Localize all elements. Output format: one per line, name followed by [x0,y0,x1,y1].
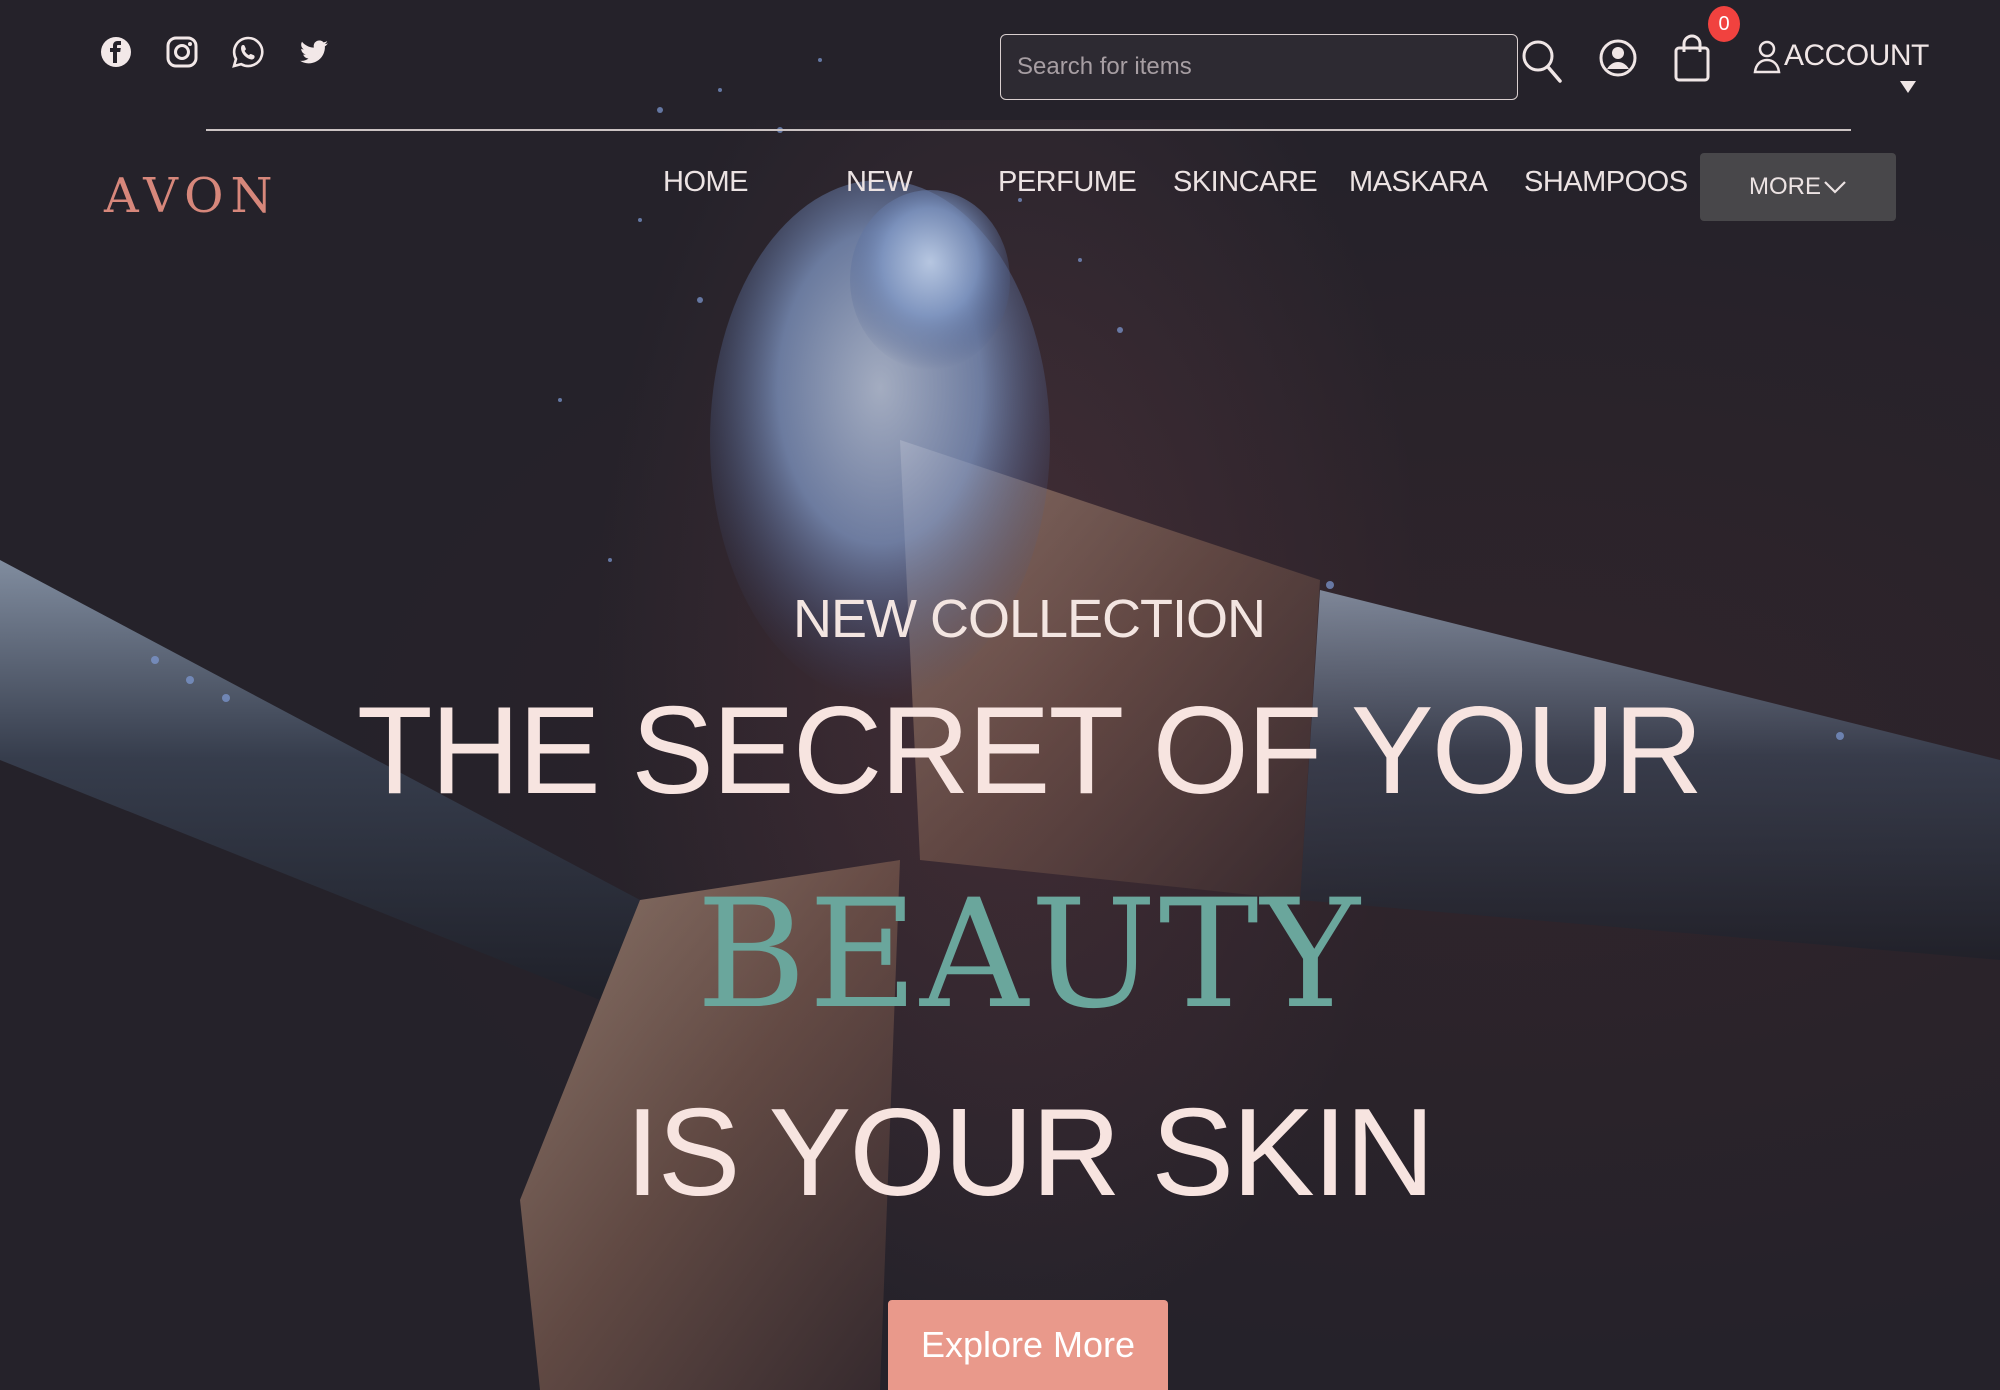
account-menu[interactable]: ACCOUNT [1752,36,1929,76]
whatsapp-icon[interactable] [230,34,266,70]
hero-headline-line1: THE SECRET OF YOUR [356,682,1703,820]
instagram-icon[interactable] [164,34,200,70]
search-icon[interactable] [1520,36,1564,84]
nav-item-shampoos[interactable]: SHAMPOOS [1524,166,1688,199]
cart-count-badge: 0 [1708,6,1740,42]
search-box [1000,34,1518,100]
explore-more-button[interactable]: Explore More [888,1300,1168,1390]
caret-down-icon[interactable] [1900,78,1916,93]
search-input[interactable] [1017,53,1517,81]
nav-item-new[interactable]: NEW [846,166,913,199]
chevron-down-icon [1824,181,1846,194]
hero-headline-line3: IS YOUR SKIN [625,1084,1435,1222]
profile-icon[interactable] [1598,34,1638,82]
hero-headline-highlight: BEAUTY [696,868,1362,1042]
social-links [98,34,332,70]
nav-item-maskara[interactable]: MASKARA [1349,166,1488,199]
twitter-icon[interactable] [296,34,332,70]
nav-item-skincare[interactable]: SKINCARE [1173,166,1318,199]
hero-kicker: NEW COLLECTION [792,589,1266,649]
header-divider [206,129,1851,131]
cart-icon[interactable] [1672,30,1712,84]
nav-item-perfume[interactable]: PERFUME [998,166,1137,199]
nav-item-home[interactable]: HOME [663,166,749,199]
account-user-icon [1753,40,1781,74]
account-label: ACCOUNT [1784,39,1929,72]
more-label: MORE [1749,173,1821,200]
more-button[interactable]: MORE [1700,153,1896,221]
facebook-icon[interactable] [98,34,134,70]
